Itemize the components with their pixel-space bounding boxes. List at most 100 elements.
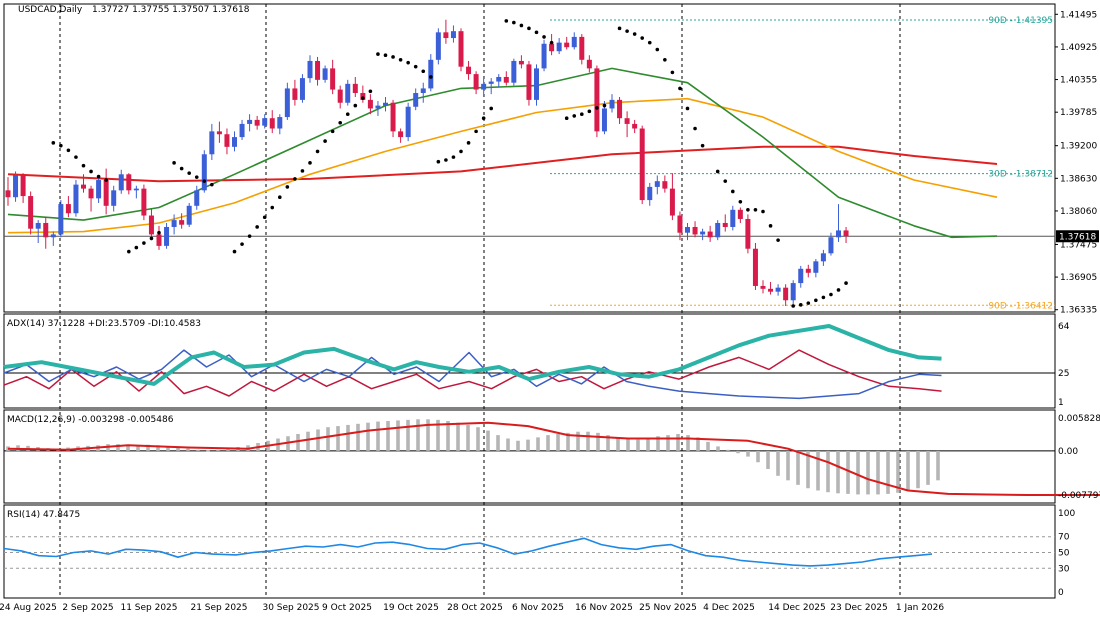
x-tick-label: 21 Sep 2025 [190, 603, 247, 613]
candle-body [390, 102, 396, 132]
rsi-header: RSI(14) 47.8475 [7, 510, 80, 520]
psar-dot [731, 189, 735, 194]
psar-dot [798, 303, 803, 307]
psar-dot [142, 241, 146, 245]
macd-histogram-bar [406, 419, 410, 451]
psar-dot [595, 106, 599, 110]
psar-dot [572, 114, 577, 118]
psar-dot [685, 106, 690, 111]
rsi-panel: RSI(14) 47.8475 [3, 510, 1055, 569]
psar-dot [451, 155, 456, 159]
y-tick-label: 1.36335 [1060, 306, 1097, 316]
candle-body [126, 174, 132, 191]
candle-body [315, 60, 321, 80]
candle-body [428, 59, 434, 89]
psar-dot [270, 205, 275, 210]
rsi-tick-label: 70 [1058, 533, 1070, 543]
candle-body [420, 88, 426, 94]
psar-dot [746, 208, 750, 212]
psar-dot [580, 112, 584, 116]
psar-dot [466, 141, 471, 145]
macd-histogram-bar [776, 450, 780, 476]
psar-dot [300, 169, 305, 173]
psar-dot [383, 53, 388, 58]
macd-histogram-bar [206, 450, 210, 452]
macd-histogram-bar [196, 449, 200, 451]
candle-body [405, 106, 411, 138]
psar-dot [549, 40, 554, 45]
psar-dot [179, 166, 184, 171]
macd-histogram-bar [736, 450, 740, 454]
candle-body [186, 205, 192, 225]
psar-dot [413, 64, 418, 69]
candle-body [707, 231, 713, 238]
psar-dot [715, 169, 720, 174]
y-tick-label: 1.39200 [1060, 142, 1097, 152]
candle-body [307, 60, 313, 79]
x-tick-label: 11 Sep 2025 [120, 603, 177, 613]
candle-body [337, 89, 343, 103]
candle-body [156, 234, 162, 246]
macd-histogram-bar [796, 450, 800, 485]
psar-dot [368, 89, 373, 94]
candle-body [662, 181, 668, 189]
psar-dot [761, 209, 765, 214]
candle-body [141, 188, 147, 216]
x-tick-label: 2 Sep 2025 [62, 603, 113, 613]
candle-body [239, 123, 245, 138]
candle-body [5, 190, 11, 198]
candle-body [73, 184, 79, 214]
candle-body [813, 261, 819, 273]
macd-histogram-bar [876, 450, 880, 495]
macd-histogram-bar [846, 450, 850, 494]
psar-dot [678, 86, 682, 91]
psar-dot [353, 103, 358, 108]
psar-dot [564, 116, 569, 121]
y-tick-label: 1.40925 [1060, 43, 1097, 53]
macd-histogram-bar [366, 422, 370, 451]
current-price-label: 1.37618 [1059, 232, 1096, 242]
macd-histogram-bar [856, 450, 860, 495]
psar-dot [127, 249, 131, 254]
y-tick-label: 1.36905 [1060, 273, 1097, 283]
candle-body [466, 66, 472, 75]
macd-histogram-bar [746, 450, 750, 457]
psar-dot [542, 35, 546, 39]
psar-dot [700, 143, 705, 148]
macd-tick-label: -0.007797 [1058, 491, 1100, 501]
candle-body [488, 81, 494, 84]
macd-histogram-bar [466, 424, 470, 451]
psar-dot [602, 103, 607, 108]
x-tick-label: 14 Dec 2025 [768, 603, 826, 613]
macd-histogram-bar [316, 429, 320, 451]
macd-histogram-bar [936, 450, 940, 481]
chart-canvas: 90D - 1.4139530D - 1.3871290D - 1.36412 … [0, 3, 1100, 613]
candle-body [518, 60, 524, 65]
macd-histogram-bar [476, 427, 480, 451]
psar-dot [806, 301, 811, 305]
candle-body [43, 222, 49, 238]
macd-histogram-bar [626, 438, 630, 451]
macd-histogram-bar [186, 448, 190, 451]
psar-dot [74, 155, 78, 159]
macd-histogram-bar [586, 431, 590, 451]
macd-histogram-bar [636, 439, 640, 451]
ohlc-readout: 1.37727 1.37755 1.37507 1.37618 [92, 5, 250, 15]
x-tick-label: 24 Aug 2025 [0, 603, 57, 613]
psar-dot [157, 230, 161, 235]
candle-body [737, 209, 743, 219]
macd-histogram-bar [556, 433, 560, 451]
candle-body [790, 283, 796, 301]
macd-histogram-bar [396, 420, 400, 451]
symbol-label: USDCAD,Daily [18, 5, 83, 15]
psar-dot [647, 40, 652, 45]
macd-histogram-bar [816, 450, 820, 491]
psar-dot [406, 60, 410, 65]
macd-histogram-bar [456, 422, 460, 451]
candle-body [216, 131, 222, 135]
psar-dot [361, 96, 365, 100]
candle-body [609, 99, 615, 109]
psar-dot [345, 112, 350, 116]
psar-dot [474, 129, 478, 134]
psar-dot [134, 245, 139, 250]
